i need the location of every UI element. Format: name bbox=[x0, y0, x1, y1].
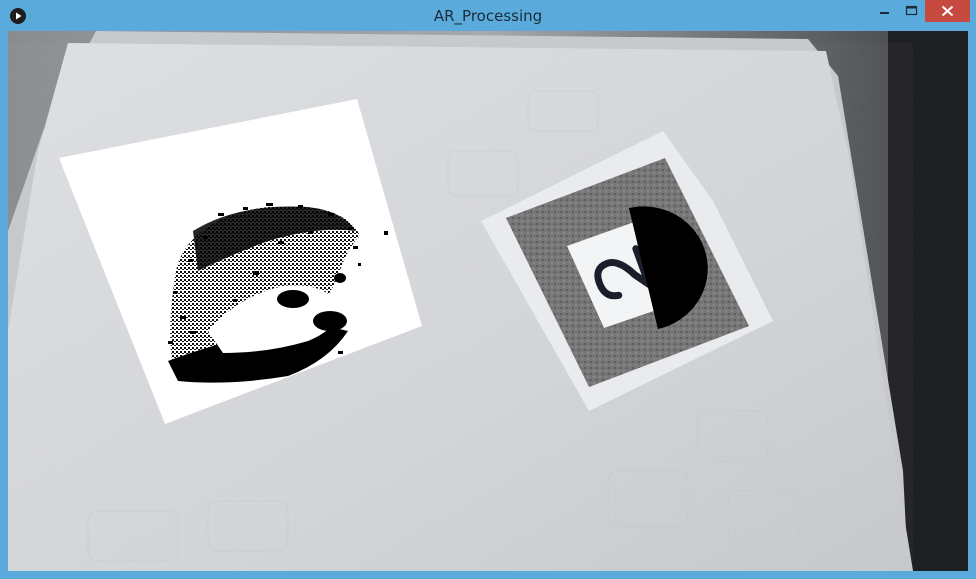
minimize-button[interactable] bbox=[871, 0, 898, 22]
maximize-button[interactable] bbox=[898, 0, 925, 22]
camera-viewport[interactable] bbox=[8, 31, 968, 571]
ar-scene bbox=[8, 31, 968, 571]
title-bar[interactable]: AR_Processing bbox=[0, 0, 976, 32]
maximize-icon bbox=[905, 5, 918, 16]
close-icon bbox=[941, 5, 954, 17]
window-title: AR_Processing bbox=[433, 7, 543, 25]
close-button[interactable] bbox=[925, 0, 970, 22]
minimize-icon bbox=[880, 12, 889, 14]
app-window: AR_Processing bbox=[0, 0, 976, 579]
